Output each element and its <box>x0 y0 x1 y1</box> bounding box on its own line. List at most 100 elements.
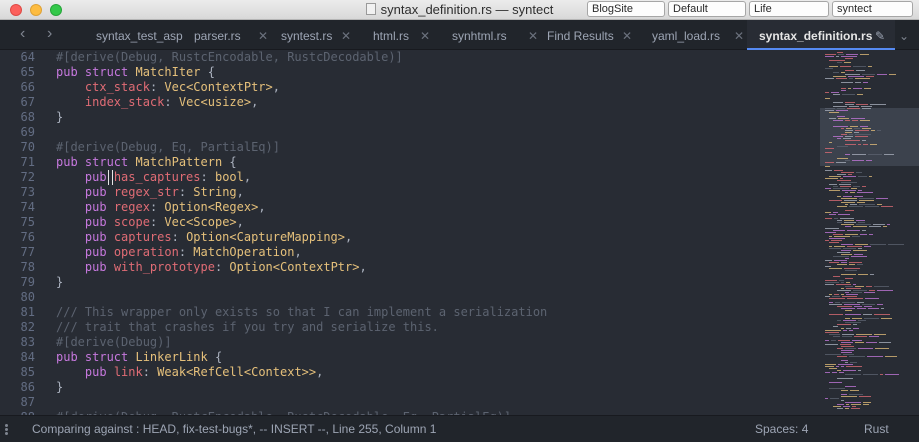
chevron-down-icon[interactable]: ⌄ <box>899 26 909 46</box>
code-line[interactable]: #[derive(Debug, Eq, PartialEq)] <box>56 140 280 155</box>
code-line[interactable]: pub has_captures: bool, <box>56 170 251 185</box>
code-token: /// This wrapper only exists so that I c… <box>56 305 548 319</box>
code-token: , <box>272 80 280 94</box>
project-switcher-life[interactable]: Life <box>749 1 829 17</box>
code-line[interactable]: pub scope: Vec<Scope>, <box>56 215 244 230</box>
code-line[interactable]: /// trait that crashes if you try and se… <box>56 320 439 335</box>
code-line[interactable]: pub struct MatchPattern { <box>56 155 237 170</box>
close-icon[interactable]: ✕ <box>622 20 632 52</box>
code-line[interactable]: index_stack: Vec<usize>, <box>56 95 258 110</box>
indentation-setting[interactable]: Spaces: 4 <box>755 416 808 442</box>
minimap-code-stroke <box>846 404 849 405</box>
code-line[interactable]: pub regex: Option<Regex>, <box>56 200 266 215</box>
minimap-code-stroke <box>845 258 849 259</box>
minimap-code-stroke <box>841 282 844 283</box>
minimap-code-stroke <box>862 230 866 231</box>
tab-syntest-rs[interactable]: syntest.rs ✕ <box>281 20 353 50</box>
code-token: pub <box>84 260 114 274</box>
minimap-code-stroke <box>829 242 839 243</box>
minimap-code-stroke <box>870 274 874 275</box>
tab-syntax-test-asp[interactable]: syntax_test_asp <box>96 20 192 50</box>
minimap-code-stroke <box>825 178 838 179</box>
tab-html-rs[interactable]: html.rs ✕ <box>373 20 433 50</box>
tab-yaml-load-rs[interactable]: yaml_load.rs ✕ <box>652 20 746 50</box>
line-number: 65 <box>20 65 35 79</box>
minimap-code-stroke <box>864 318 879 319</box>
code-line[interactable]: } <box>56 380 63 395</box>
close-icon[interactable]: ✕ <box>734 20 744 52</box>
minimap-code-stroke <box>825 108 835 109</box>
code-token: Vec<Scope> <box>164 215 237 229</box>
minimap-code-stroke <box>825 54 836 55</box>
minimap-code-stroke <box>862 186 866 187</box>
minimap-code-stroke <box>861 106 872 107</box>
chevron-left-icon[interactable]: ‹ <box>20 24 25 44</box>
code-line[interactable]: pub captures: Option<CaptureMapping>, <box>56 230 352 245</box>
code-line[interactable]: pub operation: MatchOperation, <box>56 245 302 260</box>
code-line[interactable]: pub link: Weak<RefCell<Context>>, <box>56 365 323 380</box>
minimap-code-stroke <box>877 130 881 131</box>
close-icon[interactable]: ✕ <box>341 20 351 52</box>
sidebar-toggle-icon[interactable] <box>5 424 9 436</box>
minimap-code-stroke <box>837 180 851 181</box>
project-switcher-blogsite[interactable]: BlogSite <box>587 1 665 17</box>
minimap-code-stroke <box>849 134 853 135</box>
code-line[interactable]: ctx_stack: Vec<ContextPtr>, <box>56 80 280 95</box>
project-switcher-syntect[interactable]: syntect <box>832 1 913 17</box>
line-number: 83 <box>20 335 35 349</box>
minimap-code-stroke <box>858 320 866 321</box>
syntax-selector[interactable]: Rust <box>864 416 889 442</box>
minimap-code-stroke <box>833 76 846 77</box>
project-switcher-default[interactable]: Default <box>668 1 746 17</box>
close-icon[interactable]: ✕ <box>258 20 268 52</box>
minimap-code-stroke <box>850 204 857 205</box>
code-token: pub <box>84 245 114 259</box>
window-minimize-button[interactable] <box>30 4 42 16</box>
code-line[interactable]: /// This wrapper only exists so that I c… <box>56 305 547 320</box>
minimap-code-stroke <box>839 184 851 185</box>
code-line[interactable]: #[derive(Debug, RustcEncodable, RustcDec… <box>56 50 403 65</box>
minimap-code-stroke <box>825 162 834 163</box>
minimap-code-stroke <box>825 78 834 79</box>
line-number: 70 <box>20 140 35 154</box>
code-line[interactable]: pub regex_str: String, <box>56 185 244 200</box>
minimap-code-stroke <box>836 78 847 79</box>
minimap-code-stroke <box>825 218 832 219</box>
window-zoom-button[interactable] <box>50 4 62 16</box>
code-token: } <box>56 380 64 394</box>
pencil-icon[interactable]: ✎ <box>875 20 885 52</box>
minimap-code-stroke <box>845 402 861 403</box>
close-icon[interactable]: ✕ <box>528 20 538 52</box>
minimap-code-stroke <box>845 286 853 287</box>
code-line[interactable]: } <box>56 110 63 125</box>
minimap-code-stroke <box>844 304 860 305</box>
code-line[interactable]: pub struct LinkerLink { <box>56 350 222 365</box>
code-token: : <box>149 80 165 94</box>
code-line[interactable]: #[derive(Debug)] <box>56 335 172 350</box>
code-line[interactable]: } <box>56 275 63 290</box>
minimap-code-stroke <box>841 182 857 183</box>
close-icon[interactable]: ✕ <box>420 20 430 52</box>
tab-syntax-definition-rs[interactable]: syntax_definition.rs ✎ <box>747 20 895 50</box>
minimap-code-stroke <box>841 288 844 289</box>
code-line[interactable]: pub struct MatchIter { <box>56 65 215 80</box>
minimap-code-stroke <box>840 66 851 67</box>
code-editor[interactable]: 64 65 66 67 68 69 70 71 72 73 74 75 76 77 78 79 80 81 82 83… <box>0 50 919 415</box>
tab-find-results[interactable]: Find Results ✕ <box>547 20 633 50</box>
code-line[interactable]: pub with_prototype: Option<ContextPtr>, <box>56 260 367 275</box>
chevron-right-icon[interactable]: › <box>47 24 52 44</box>
tab-parser-rs[interactable]: parser.rs ✕ <box>194 20 274 50</box>
minimap-code-stroke <box>838 118 849 119</box>
minimap-code-stroke <box>845 102 855 103</box>
window-close-button[interactable] <box>10 4 22 16</box>
minimap-code-stroke <box>845 130 853 131</box>
minimap-code-stroke <box>845 292 849 293</box>
tab-synhtml-rs[interactable]: synhtml.rs ✕ <box>452 20 544 50</box>
code-token: LinkerLink <box>135 350 208 364</box>
minimap-code-stroke <box>825 284 834 285</box>
minimap-code-stroke <box>841 254 852 255</box>
minimap-viewport[interactable] <box>820 108 919 166</box>
minimap[interactable] <box>820 50 919 415</box>
minimap-code-stroke <box>829 236 832 237</box>
